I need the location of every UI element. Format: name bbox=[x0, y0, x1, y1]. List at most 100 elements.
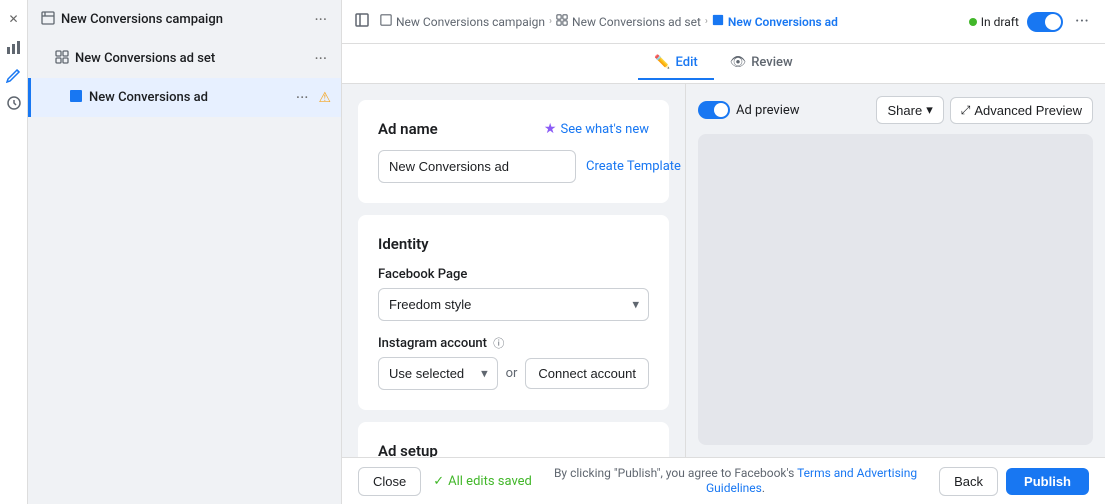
breadcrumb-campaign-icon bbox=[380, 14, 392, 29]
ad-name-title: Ad name bbox=[378, 120, 438, 138]
edit-review-tabs: ✏️ Edit 👁 Review bbox=[342, 44, 1105, 84]
campaign-dots-button[interactable]: ··· bbox=[310, 8, 331, 31]
ad-dots-button[interactable]: ··· bbox=[292, 86, 313, 109]
share-button[interactable]: Share ▾ bbox=[876, 96, 943, 124]
left-icon-sidebar: ✕ bbox=[0, 0, 28, 504]
share-dropdown-icon: ▾ bbox=[926, 102, 933, 118]
top-bar-right: In draft ··· bbox=[969, 7, 1093, 36]
or-text: or bbox=[506, 366, 518, 381]
back-button[interactable]: Back bbox=[939, 467, 998, 496]
bottom-bar: Close ✓ All edits saved By clicking "Pub… bbox=[342, 457, 1105, 504]
breadcrumb-campaign-label[interactable]: New Conversions campaign bbox=[396, 15, 545, 29]
campaign-tree-label: New Conversions campaign bbox=[61, 12, 310, 27]
create-template-link[interactable]: Create Template bbox=[586, 159, 681, 174]
breadcrumb-sep-2: › bbox=[705, 16, 708, 27]
adset-tree-label: New Conversions ad set bbox=[75, 51, 310, 66]
warning-icon: ⚠ bbox=[318, 90, 331, 106]
instagram-account-row: Use selected Page ▾ or Connect account bbox=[378, 357, 649, 390]
breadcrumb-ad-label[interactable]: New Conversions ad bbox=[728, 15, 838, 29]
star-icon: ★ bbox=[544, 121, 557, 137]
ad-setup-card: Ad setup Create Ad ▾ Format bbox=[358, 422, 669, 457]
ad-preview-toggle-switch[interactable] bbox=[698, 101, 730, 119]
adset-dots-button[interactable]: ··· bbox=[310, 47, 331, 70]
edit-tab-icon: ✏️ bbox=[654, 55, 670, 70]
advanced-preview-button[interactable]: ⤢ Advanced Preview bbox=[950, 97, 1093, 124]
breadcrumb-ad: New Conversions ad bbox=[712, 14, 838, 29]
tab-review[interactable]: 👁 Review bbox=[714, 47, 809, 80]
clock-icon[interactable] bbox=[3, 92, 25, 114]
bottom-bar-right: Back Publish bbox=[939, 467, 1089, 496]
see-whats-new-label: See what's new bbox=[560, 122, 649, 137]
ad-tree-label: New Conversions ad bbox=[89, 90, 292, 105]
content-split: Ad name ★ See what's new Create Template… bbox=[342, 84, 1105, 457]
campaign-icon bbox=[41, 11, 55, 29]
draft-status-badge: In draft bbox=[969, 15, 1019, 29]
tree-item-campaign[interactable]: New Conversions campaign ··· bbox=[28, 0, 341, 39]
saved-status: ✓ All edits saved bbox=[433, 474, 532, 489]
ad-name-header: Ad name ★ See what's new bbox=[378, 120, 649, 138]
main-content: New Conversions campaign › New Conversio… bbox=[342, 0, 1105, 504]
saved-label: All edits saved bbox=[448, 474, 532, 489]
form-area: Ad name ★ See what's new Create Template… bbox=[342, 84, 685, 457]
ad-setup-section-title: Ad setup bbox=[378, 442, 649, 457]
breadcrumb-sep-1: › bbox=[549, 16, 552, 27]
see-whats-new-button[interactable]: ★ See what's new bbox=[544, 121, 649, 137]
edit-tab-label: Edit bbox=[676, 55, 698, 70]
tab-edit[interactable]: ✏️ Edit bbox=[638, 47, 713, 80]
ad-tree-actions: ··· ⚠ bbox=[292, 86, 331, 109]
check-icon: ✓ bbox=[433, 474, 444, 489]
instagram-account-label: Instagram account ⓘ bbox=[378, 335, 649, 351]
instagram-label-text: Instagram account bbox=[378, 336, 487, 351]
identity-card: Identity Facebook Page Freedom style ▾ I… bbox=[358, 215, 669, 410]
breadcrumb-adset: New Conversions ad set bbox=[556, 14, 701, 29]
close-icon[interactable]: ✕ bbox=[3, 8, 25, 30]
publish-button[interactable]: Publish bbox=[1006, 468, 1089, 495]
review-tab-label: Review bbox=[751, 55, 792, 70]
collapse-icon[interactable] bbox=[354, 12, 370, 31]
bottom-bar-left: Close ✓ All edits saved bbox=[358, 467, 532, 496]
preview-content-area bbox=[698, 134, 1093, 445]
tree-item-adset[interactable]: New Conversions ad set ··· bbox=[28, 39, 341, 78]
adset-tree-actions: ··· bbox=[310, 47, 331, 70]
close-button[interactable]: Close bbox=[358, 467, 421, 496]
breadcrumb-ad-icon bbox=[712, 14, 724, 29]
expand-icon: ⤢ bbox=[961, 103, 971, 118]
facebook-page-label: Facebook Page bbox=[378, 267, 649, 282]
ad-name-card: Ad name ★ See what's new Create Template bbox=[358, 100, 669, 203]
instagram-info-icon[interactable]: ⓘ bbox=[493, 337, 504, 350]
breadcrumb: New Conversions campaign › New Conversio… bbox=[354, 12, 961, 31]
facebook-page-select[interactable]: Freedom style bbox=[378, 288, 649, 321]
ad-name-row: Create Template bbox=[378, 150, 649, 183]
chart-icon[interactable] bbox=[3, 36, 25, 58]
status-label: In draft bbox=[981, 15, 1019, 29]
terms-text: By clicking "Publish", you agree to Face… bbox=[554, 466, 917, 495]
top-bar: New Conversions campaign › New Conversio… bbox=[342, 0, 1105, 44]
preview-header: Ad preview Share ▾ ⤢ Advanced Preview bbox=[698, 96, 1093, 124]
tree-item-ad[interactable]: New Conversions ad ··· ⚠ bbox=[28, 78, 341, 117]
breadcrumb-adset-label[interactable]: New Conversions ad set bbox=[572, 15, 701, 29]
terms-text-prefix: By clicking "Publish", you agree to Face… bbox=[554, 466, 794, 480]
review-tab-icon: 👁 bbox=[730, 55, 747, 70]
campaign-tree-actions: ··· bbox=[310, 8, 331, 31]
preview-panel: Ad preview Share ▾ ⤢ Advanced Preview bbox=[685, 84, 1105, 457]
instagram-select-wrapper: Use selected Page ▾ bbox=[378, 357, 498, 390]
identity-section-title: Identity bbox=[378, 235, 649, 253]
facebook-page-select-wrapper: Freedom style ▾ bbox=[378, 288, 649, 321]
share-label: Share bbox=[887, 103, 922, 118]
draft-toggle[interactable] bbox=[1027, 12, 1063, 32]
adset-icon bbox=[55, 50, 69, 68]
more-options-button[interactable]: ··· bbox=[1071, 7, 1093, 36]
ad-icon bbox=[69, 89, 83, 107]
advanced-preview-label: Advanced Preview bbox=[974, 103, 1082, 118]
breadcrumb-adset-icon bbox=[556, 14, 568, 29]
ad-name-input[interactable] bbox=[378, 150, 576, 183]
connect-account-button[interactable]: Connect account bbox=[525, 358, 649, 389]
terms-container: By clicking "Publish", you agree to Face… bbox=[532, 466, 939, 496]
breadcrumb-campaign: New Conversions campaign bbox=[380, 14, 545, 29]
edit-pencil-icon[interactable] bbox=[3, 64, 25, 86]
ad-preview-label: Ad preview bbox=[736, 103, 800, 118]
status-dot bbox=[969, 18, 977, 26]
preview-actions: Share ▾ ⤢ Advanced Preview bbox=[876, 96, 1093, 124]
instagram-account-select[interactable]: Use selected Page bbox=[378, 357, 498, 390]
campaign-tree-panel: New Conversions campaign ··· New Convers… bbox=[28, 0, 342, 504]
